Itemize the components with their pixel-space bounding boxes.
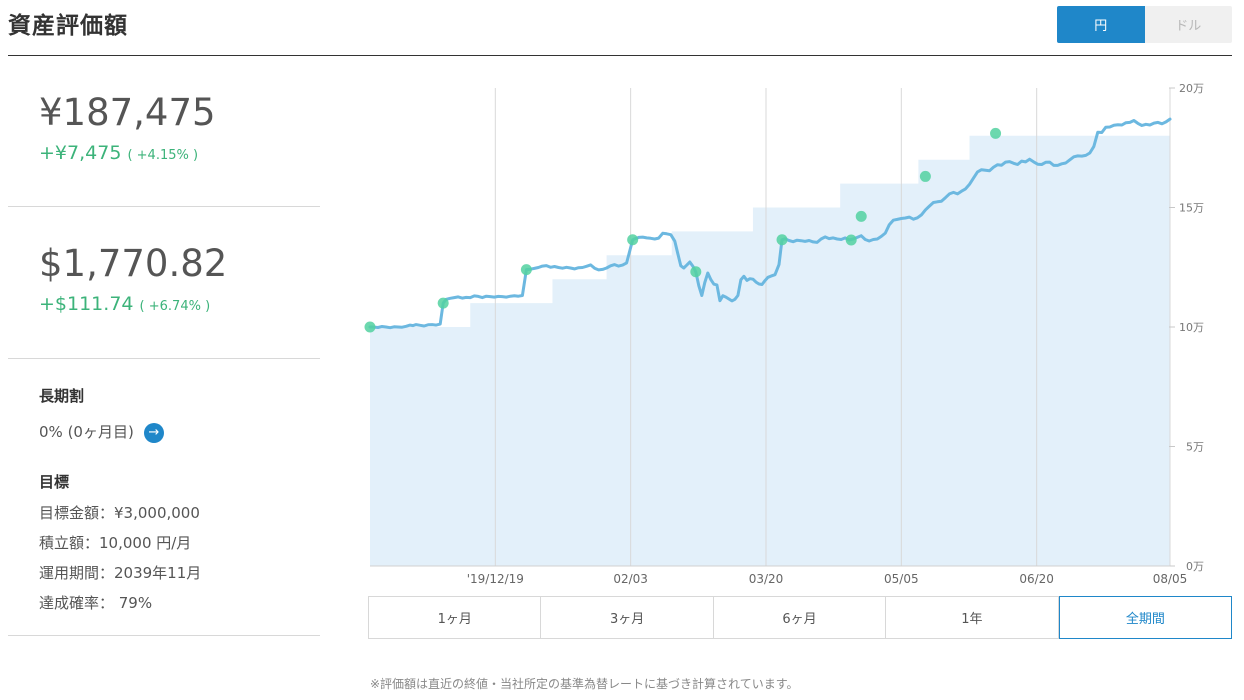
deposit-marker[interactable]	[364, 321, 376, 333]
yen-change: +¥7,475 ( +4.15% )	[39, 142, 198, 164]
goal-probability: 達成確率： 79%	[39, 594, 153, 612]
currency-toggle[interactable]: 円 ドル	[1057, 6, 1232, 43]
period-selector[interactable]: 1ヶ月 3ヶ月 6ヶ月 1年 全期間	[368, 596, 1233, 639]
period-3m-button[interactable]: 3ヶ月	[541, 597, 714, 638]
long-term-value-text: 0% (0ヶ月目)	[39, 423, 134, 441]
yen-change-amount: +¥7,475	[39, 142, 122, 164]
x-tick-label: 02/03	[613, 572, 648, 586]
deposit-marker[interactable]	[437, 297, 449, 309]
footnote: ※評価額は直近の終値・当社所定の基準為替レートに基づき計算されています。	[370, 677, 799, 691]
goal-label: 目標	[39, 473, 70, 491]
x-tick-label: 03/20	[749, 572, 784, 586]
yen-summary: ¥187,475 +¥7,475 ( +4.15% )	[8, 56, 320, 207]
currency-dollar-button[interactable]: ドル	[1144, 6, 1232, 43]
period-1m-button[interactable]: 1ヶ月	[369, 597, 542, 638]
goal-amount: 目標金額：¥3,000,000	[39, 504, 200, 522]
y-tick-label: 10万	[1179, 321, 1204, 334]
x-tick-label: 08/05	[1153, 572, 1188, 586]
deposit-marker[interactable]	[990, 127, 1002, 139]
deposit-marker[interactable]	[919, 170, 931, 182]
deposit-marker[interactable]	[627, 234, 639, 246]
y-tick-label: 5万	[1186, 441, 1204, 454]
yen-total-value: ¥187,475	[39, 91, 216, 134]
y-tick-label: 15万	[1179, 202, 1204, 215]
asset-chart: '19/12/19 02/03 03/20 05/05 06/20 08/05 0万 5万 10…	[340, 70, 1244, 590]
deposit-marker[interactable]	[776, 234, 788, 246]
goal-period: 運用期間：2039年11月	[39, 564, 202, 582]
deposit-marker[interactable]	[690, 266, 702, 278]
long-term-value: 0% (0ヶ月目) →	[39, 421, 164, 443]
usd-total-value: $1,770.82	[39, 242, 228, 285]
period-6m-button[interactable]: 6ヶ月	[714, 597, 887, 638]
deposit-marker[interactable]	[845, 234, 857, 246]
deposit-area	[370, 135, 1170, 567]
long-term-label: 長期割	[39, 387, 85, 405]
deposit-marker[interactable]	[855, 210, 867, 222]
period-1y-button[interactable]: 1年	[886, 597, 1059, 638]
usd-summary: $1,770.82 +$111.74 ( +6.74% )	[8, 207, 320, 359]
x-tick-label: 06/20	[1019, 572, 1054, 586]
usd-change-amount: +$111.74	[39, 293, 134, 315]
arrow-right-icon[interactable]: →	[143, 422, 164, 443]
yen-change-pct: ( +4.15% )	[127, 148, 199, 163]
deposit-marker[interactable]	[520, 264, 532, 276]
usd-change-pct: ( +6.74% )	[139, 299, 211, 314]
y-tick-label: 20万	[1179, 82, 1204, 95]
info-block: 長期割 0% (0ヶ月目) → 目標 目標金額：¥3,000,000 積立額：10…	[8, 359, 320, 636]
currency-yen-button[interactable]: 円	[1057, 6, 1145, 43]
y-tick-label: 0万	[1186, 560, 1204, 573]
usd-change: +$111.74 ( +6.74% )	[39, 293, 210, 315]
x-tick-label: '19/12/19	[467, 572, 524, 586]
asset-chart-svg: '19/12/19 02/03 03/20 05/05 06/20 08/050万 5万 10…	[364, 82, 1204, 586]
page-title: 資産評価額	[8, 13, 128, 39]
goal-monthly: 積立額：10,000 円/月	[39, 534, 192, 552]
period-all-button[interactable]: 全期間	[1058, 596, 1233, 639]
x-tick-label: 05/05	[884, 572, 919, 586]
